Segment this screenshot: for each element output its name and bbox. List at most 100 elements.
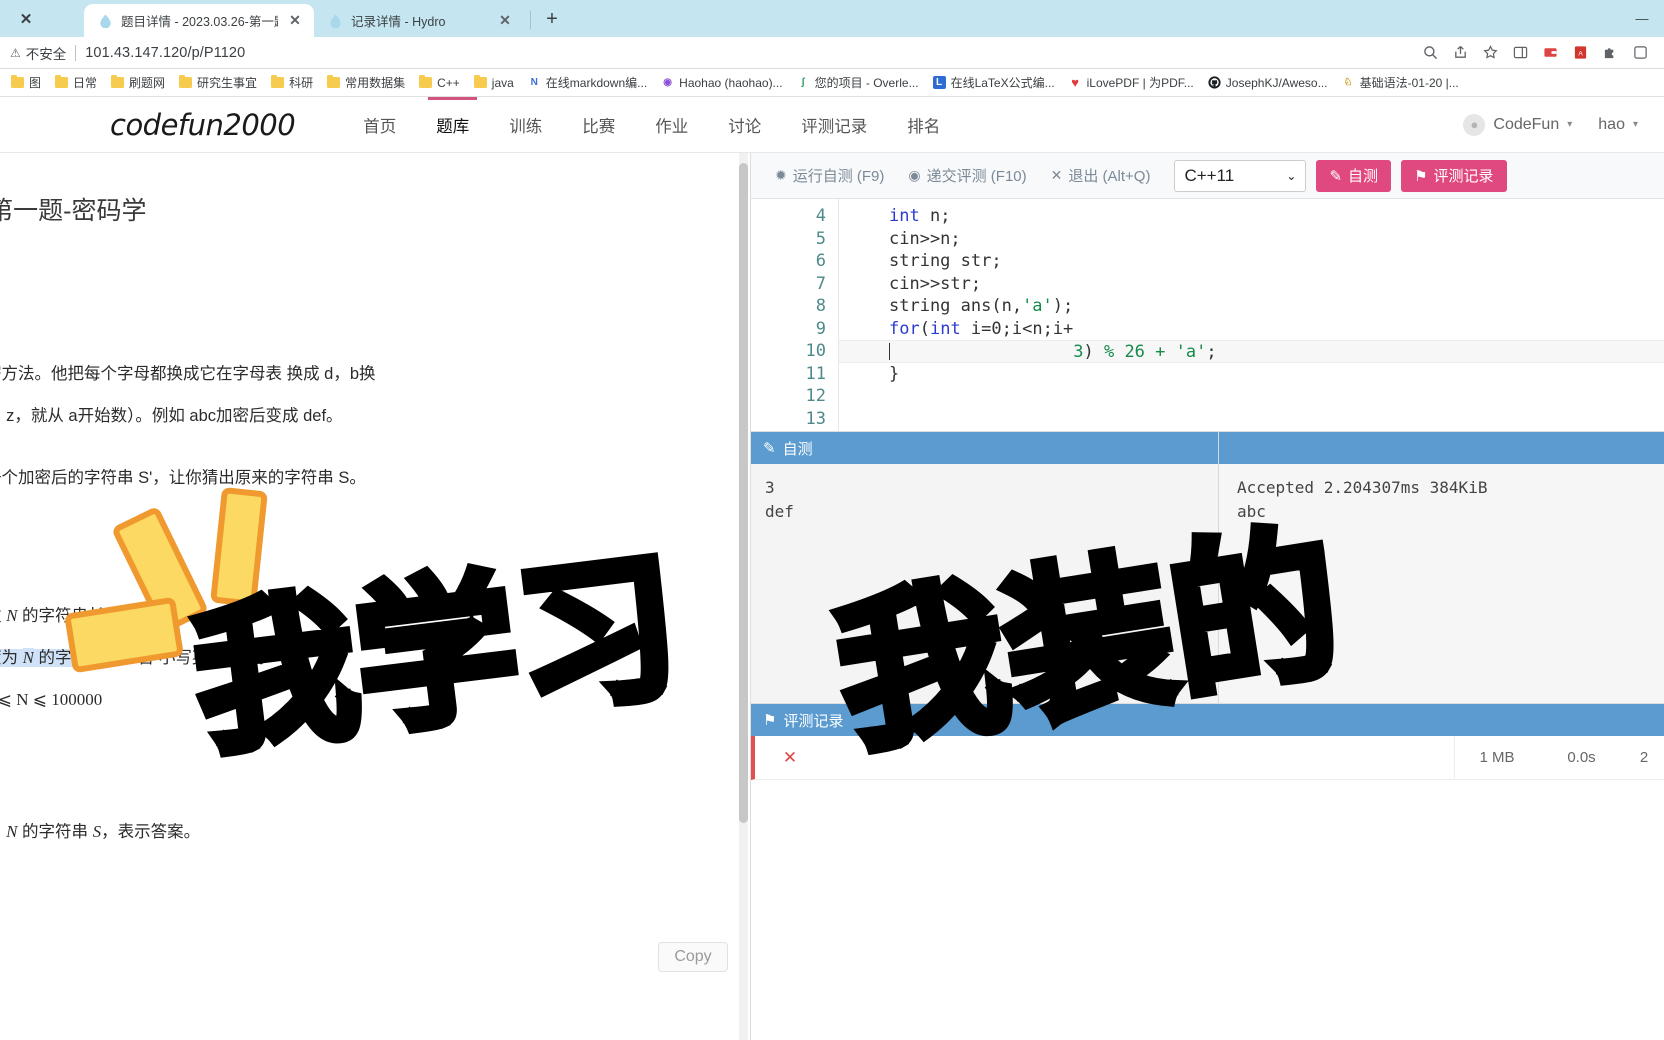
bookmark-item[interactable]: ♘ 基础语法-01-20 |... bbox=[1335, 71, 1466, 95]
svg-text:A: A bbox=[1578, 50, 1583, 57]
security-status-label: 不安全 bbox=[25, 46, 67, 62]
haohao-site-icon: ◉ bbox=[663, 77, 673, 88]
self-test-tab-label: 自测 bbox=[1348, 168, 1379, 185]
code-line-5: cin>>n; bbox=[889, 228, 961, 249]
tab-close-icon-0[interactable]: ✕ bbox=[286, 12, 304, 29]
bookmark-item[interactable]: java bbox=[467, 71, 521, 95]
output-desc-var2: S bbox=[92, 822, 102, 841]
problem-scrollbar[interactable] bbox=[739, 153, 748, 1040]
window-minimize-button[interactable]: — bbox=[1620, 0, 1664, 37]
bookmark-label: 图 bbox=[29, 76, 42, 90]
bookmark-label: 您的项目 - Overle... bbox=[814, 76, 919, 90]
latex-site-icon: L bbox=[932, 76, 946, 89]
browser-tab-1[interactable]: 记录详情 - Hydro ✕ bbox=[314, 4, 524, 37]
bookmark-item[interactable]: ♥ iLovePDF | 为PDF... bbox=[1062, 71, 1201, 95]
bookmark-item[interactable]: 科研 bbox=[264, 71, 320, 95]
bookmark-label: 刷题网 bbox=[129, 76, 166, 90]
language-select-value: C++11 bbox=[1184, 165, 1235, 185]
tab-close-icon[interactable]: ✕ bbox=[8, 0, 44, 37]
star-icon[interactable] bbox=[1476, 39, 1504, 67]
code-line-10: 3) % 26 + 'a'; bbox=[839, 340, 1664, 363]
site-logo[interactable]: codefun2000 bbox=[110, 108, 296, 142]
code-editor[interactable]: 4 5 6 7 8 9 10 11 12 13 int n; cin>>n; s… bbox=[751, 199, 1664, 431]
bookmark-label: Haohao (haohao)... bbox=[679, 75, 783, 90]
bookmark-label: 在线LaTeX公式编... bbox=[950, 76, 1055, 90]
share-icon[interactable] bbox=[1446, 39, 1474, 67]
line-number: 5 bbox=[815, 228, 826, 249]
nav-item-homework[interactable]: 作业 bbox=[635, 97, 708, 153]
bookmark-item[interactable]: 常用数据集 bbox=[320, 71, 412, 95]
nav-item-training[interactable]: 训练 bbox=[489, 97, 562, 153]
browser-address-bar[interactable]: ⚠ 不安全 101.43.147.120/p/P1120 A bbox=[0, 37, 1664, 69]
run-self-test-label: 运行自测 (F9) bbox=[792, 168, 885, 185]
bug-icon: ✹ bbox=[775, 167, 787, 183]
problem-body-line-2: 果到了 z，就从 a开始数）。例如 abc加密后变成 def。 bbox=[0, 407, 343, 425]
records-tab-button[interactable]: ⚑ 评测记录 bbox=[1401, 159, 1507, 192]
input-desc-2-b: 的字符串 bbox=[33, 649, 110, 667]
cross-icon: ✕ bbox=[782, 747, 798, 767]
folder-icon bbox=[179, 74, 193, 88]
record-time-cell: 0.0s bbox=[1567, 748, 1596, 766]
code-line-7: cin>>str; bbox=[889, 273, 982, 294]
bookmark-item[interactable]: N 在线markdown编... bbox=[521, 71, 654, 95]
submit-button[interactable]: ◉ 递交评测 (F10) bbox=[896, 165, 1038, 186]
url-separator bbox=[75, 44, 77, 61]
nav-item-discussion[interactable]: 讨论 bbox=[708, 97, 781, 153]
line-number: 12 bbox=[805, 386, 826, 406]
bookmarks-bar: 图 日常 刷题网 研究生事宜 科研 常用数据集 C++ java N 在线mar… bbox=[0, 69, 1664, 97]
folder-icon bbox=[473, 74, 487, 88]
nav-item-records[interactable]: 评测记录 bbox=[781, 97, 887, 153]
profile-icon[interactable] bbox=[1626, 39, 1654, 67]
editor-code-area[interactable]: int n; cin>>n; string str; cin>>str; str… bbox=[839, 199, 1664, 431]
line-number: 7 bbox=[815, 273, 826, 294]
bookmark-label: 常用数据集 bbox=[345, 76, 406, 90]
run-self-test-button[interactable]: ✹ 运行自测 (F9) bbox=[763, 165, 896, 186]
input-desc-2-a: 是长度为 bbox=[0, 649, 23, 667]
output-desc-b: 的字符串 bbox=[17, 823, 93, 841]
org-menu[interactable]: ● CodeFun ▾ bbox=[1463, 113, 1598, 136]
exit-button[interactable]: ✕ 退出 (Alt+Q) bbox=[1039, 165, 1163, 186]
folder-icon bbox=[327, 74, 341, 88]
bookmark-item[interactable]: C++ bbox=[412, 71, 467, 95]
bookmark-item[interactable]: L 在线LaTeX公式编... bbox=[926, 71, 1062, 95]
bookmark-item[interactable]: 图 bbox=[4, 71, 48, 95]
tab-close-icon-1[interactable]: ✕ bbox=[496, 12, 514, 29]
bookmark-label: 研究生事宜 bbox=[197, 76, 258, 90]
pdf-icon[interactable]: A bbox=[1566, 39, 1594, 67]
bookmark-item[interactable]: 日常 bbox=[48, 71, 104, 95]
nav-item-home[interactable]: 首页 bbox=[343, 97, 416, 153]
problem-body-line-1: 种加密方法。他把每个字母都换成它在字母表 换成 d，b换 bbox=[0, 365, 376, 383]
section-heading-description: 容 bbox=[0, 289, 720, 325]
bookmark-item[interactable]: JosephKJ/Aweso... bbox=[1201, 71, 1335, 95]
copy-button[interactable]: Copy bbox=[658, 942, 728, 972]
bookmark-item[interactable]: ʃ 您的项目 - Overle... bbox=[790, 71, 926, 95]
bookmark-item[interactable]: 研究生事宜 bbox=[172, 71, 264, 95]
line-number: 6 bbox=[815, 251, 826, 271]
sidepanel-icon[interactable] bbox=[1506, 39, 1534, 67]
browser-window: ✕ 题目详情 - 2023.03.26-第一题-密码学 ✕ 记录详情 - Hyd… bbox=[0, 0, 1664, 1040]
user-menu-label: hao bbox=[1598, 115, 1625, 133]
bookmark-item[interactable]: ◉ Haohao (haohao)... bbox=[654, 71, 789, 95]
bookmark-item[interactable]: 刷题网 bbox=[104, 71, 172, 95]
zoom-icon[interactable] bbox=[1416, 39, 1444, 67]
puzzle-icon[interactable] bbox=[1596, 39, 1624, 67]
new-tab-button[interactable]: + bbox=[537, 4, 567, 34]
problem-scrollbar-thumb[interactable] bbox=[739, 163, 748, 823]
bookmark-label: C++ bbox=[437, 75, 460, 90]
wallet-icon[interactable] bbox=[1536, 39, 1564, 67]
url-text[interactable]: 101.43.147.120/p/P1120 bbox=[85, 45, 245, 61]
flag-icon: ⚑ bbox=[1414, 167, 1428, 185]
browser-tab-title-1: 记录详情 - Hydro bbox=[351, 15, 446, 29]
nav-item-problems[interactable]: 题库 bbox=[416, 97, 489, 153]
water-drop-icon bbox=[328, 13, 343, 28]
browser-tab-0[interactable]: 题目详情 - 2023.03.26-第一题-密码学 ✕ bbox=[84, 4, 314, 37]
browser-tab-title-0: 题目详情 - 2023.03.26-第一题-密码学 bbox=[121, 15, 278, 29]
self-test-tab-button[interactable]: ✎ 自测 bbox=[1316, 159, 1392, 192]
nav-item-ranking[interactable]: 排名 bbox=[887, 97, 960, 153]
bookmark-label: java bbox=[491, 75, 514, 90]
user-avatar-icon: ● bbox=[1463, 113, 1486, 136]
nav-item-contest[interactable]: 比赛 bbox=[562, 97, 635, 153]
user-menu[interactable]: hao ▾ bbox=[1598, 116, 1664, 134]
language-select[interactable]: C++11 ⌄ bbox=[1174, 159, 1307, 192]
